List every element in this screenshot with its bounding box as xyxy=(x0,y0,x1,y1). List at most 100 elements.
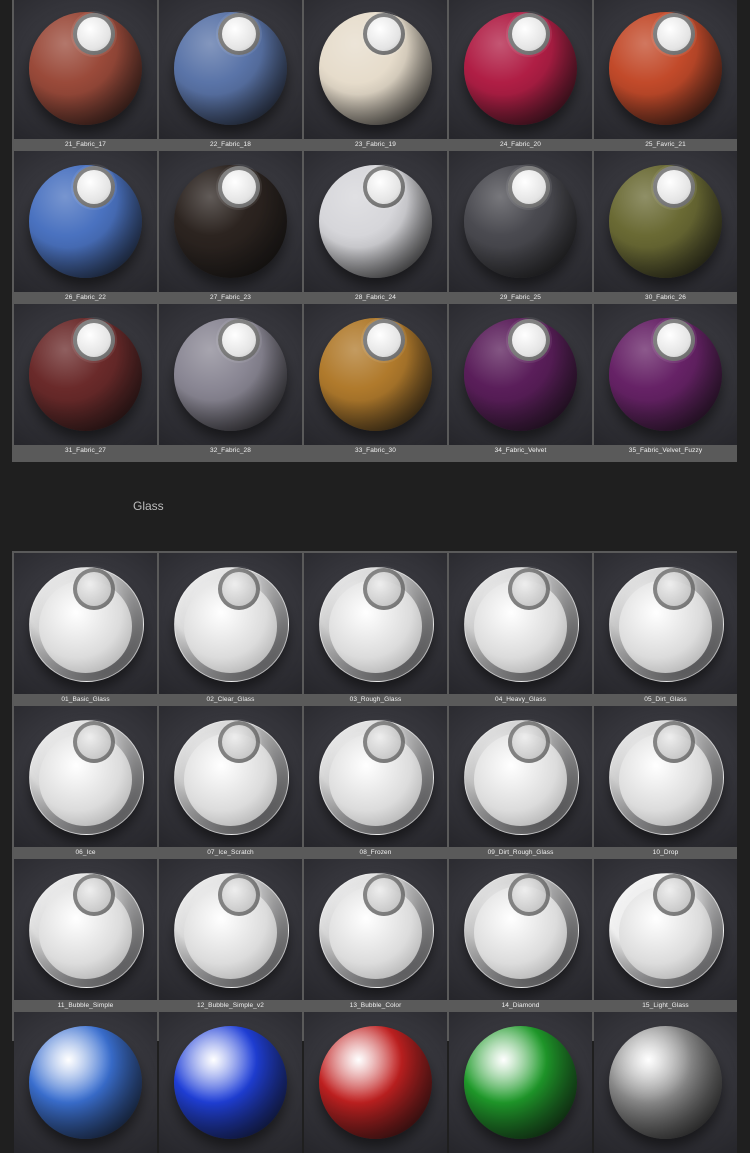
material-name-label: 06_Ice xyxy=(75,849,96,856)
fabric-material-tile[interactable]: 24_Fabric_20 xyxy=(449,0,592,151)
material-preview-thumbnail[interactable] xyxy=(449,859,592,1000)
material-preview-thumbnail[interactable] xyxy=(594,706,737,847)
sphere-inner-core xyxy=(508,13,550,55)
material-preview-thumbnail[interactable] xyxy=(594,304,737,445)
fabric-material-tile[interactable]: 22_Fabric_18 xyxy=(159,0,302,151)
material-preview-thumbnail[interactable] xyxy=(159,706,302,847)
material-preview-thumbnail[interactable] xyxy=(304,553,447,694)
sphere-inner-core xyxy=(653,13,695,55)
material-preview-thumbnail[interactable] xyxy=(159,151,302,292)
material-preview-thumbnail[interactable] xyxy=(449,151,592,292)
material-preview-thumbnail[interactable] xyxy=(14,304,157,445)
glass-material-tile[interactable]: 11_Bubble_Simple xyxy=(14,859,157,1012)
material-name-label: 08_Frozen xyxy=(359,849,392,856)
sphere-inner-core xyxy=(73,721,115,763)
glass-material-tile-partial[interactable] xyxy=(594,1012,737,1153)
fabric-material-tile[interactable]: 26_Fabric_22 xyxy=(14,151,157,304)
fabric-material-tile[interactable]: 32_Fabric_28 xyxy=(159,304,302,457)
material-name-label: 12_Bubble_Simple_v2 xyxy=(197,1002,264,1009)
sphere-inner-core xyxy=(73,319,115,361)
material-preview-thumbnail[interactable] xyxy=(14,151,157,292)
material-preview-thumbnail[interactable] xyxy=(14,1012,157,1153)
glass-material-tile[interactable]: 05_Dirt_Glass xyxy=(594,553,737,706)
material-preview-thumbnail[interactable] xyxy=(594,0,737,139)
material-preview-thumbnail[interactable] xyxy=(594,1012,737,1153)
glass-section-title: Glass xyxy=(133,499,164,513)
material-preview-thumbnail[interactable] xyxy=(449,304,592,445)
glass-material-tile[interactable]: 07_Ice_Scratch xyxy=(159,706,302,859)
material-preview-thumbnail[interactable] xyxy=(304,1012,447,1153)
material-name-label: 10_Drop xyxy=(652,849,679,856)
material-name-label: 09_Dirt_Rough_Glass xyxy=(487,849,554,856)
fabric-material-tile[interactable]: 23_Fabric_19 xyxy=(304,0,447,151)
sphere-inner-core xyxy=(363,721,405,763)
material-preview-thumbnail[interactable] xyxy=(159,553,302,694)
material-preview-thumbnail[interactable] xyxy=(304,304,447,445)
fabric-material-tile[interactable]: 27_Fabric_23 xyxy=(159,151,302,304)
sphere-inner-core xyxy=(653,721,695,763)
fabric-material-tile[interactable]: 28_Fabric_24 xyxy=(304,151,447,304)
material-preview-thumbnail[interactable] xyxy=(449,1012,592,1153)
glass-material-tile[interactable]: 14_Diamond xyxy=(449,859,592,1012)
material-name-label: 23_Fabric_19 xyxy=(355,141,396,148)
material-preview-thumbnail[interactable] xyxy=(304,706,447,847)
fabric-material-tile[interactable]: 31_Fabric_27 xyxy=(14,304,157,457)
sphere-inner-core xyxy=(363,874,405,916)
sphere-inner-core xyxy=(363,166,405,208)
sphere-inner-core xyxy=(218,13,260,55)
material-preview-thumbnail[interactable] xyxy=(449,706,592,847)
fabric-material-tile[interactable]: 34_Fabric_Velvet xyxy=(449,304,592,457)
material-name-label: 28_Fabric_24 xyxy=(355,294,396,301)
glass-material-tile[interactable]: 15_Light_Glass xyxy=(594,859,737,1012)
sphere-inner-core xyxy=(73,166,115,208)
material-preview-thumbnail[interactable] xyxy=(304,0,447,139)
glass-material-tile[interactable]: 12_Bubble_Simple_v2 xyxy=(159,859,302,1012)
material-preview-thumbnail[interactable] xyxy=(14,553,157,694)
material-preview-thumbnail[interactable] xyxy=(14,0,157,139)
sphere-inner-core xyxy=(508,874,550,916)
material-name-label: 05_Dirt_Glass xyxy=(644,696,687,703)
material-preview-thumbnail[interactable] xyxy=(304,151,447,292)
material-preview-thumbnail[interactable] xyxy=(159,304,302,445)
glass-material-tile[interactable]: 09_Dirt_Rough_Glass xyxy=(449,706,592,859)
glass-material-tile-partial[interactable] xyxy=(14,1012,157,1153)
glass-material-tile-partial[interactable] xyxy=(449,1012,592,1153)
glass-material-tile[interactable]: 10_Drop xyxy=(594,706,737,859)
material-preview-thumbnail[interactable] xyxy=(594,553,737,694)
glass-material-tile-partial[interactable] xyxy=(159,1012,302,1153)
material-preview-thumbnail[interactable] xyxy=(449,553,592,694)
material-name-label: 11_Bubble_Simple xyxy=(57,1002,114,1009)
glass-material-tile[interactable]: 04_Heavy_Glass xyxy=(449,553,592,706)
glass-material-tile[interactable]: 06_Ice xyxy=(14,706,157,859)
material-name-label: 34_Fabric_Velvet xyxy=(494,447,547,454)
glass-materials-panel: 01_Basic_Glass 02_Clear_Glass 03_Rough_Gla… xyxy=(12,551,737,1153)
fabric-material-tile[interactable]: 33_Fabric_30 xyxy=(304,304,447,457)
fabric-material-tile[interactable]: 30_Fabric_26 xyxy=(594,151,737,304)
glass-material-tile[interactable]: 02_Clear_Glass xyxy=(159,553,302,706)
material-preview-thumbnail[interactable] xyxy=(159,859,302,1000)
fabric-material-tile[interactable]: 25_Favric_21 xyxy=(594,0,737,151)
glass-material-tile[interactable]: 01_Basic_Glass xyxy=(14,553,157,706)
material-preview-thumbnail[interactable] xyxy=(14,706,157,847)
material-name-label: 24_Fabric_20 xyxy=(500,141,541,148)
sphere-inner-core xyxy=(363,13,405,55)
material-sphere xyxy=(609,1026,722,1139)
fabric-material-tile[interactable]: 21_Fabric_17 xyxy=(14,0,157,151)
fabric-material-tile[interactable]: 35_Fabric_Velvet_Fuzzy xyxy=(594,304,737,457)
glass-material-tile[interactable]: 08_Frozen xyxy=(304,706,447,859)
material-preview-thumbnail[interactable] xyxy=(159,1012,302,1153)
glass-grid: 01_Basic_Glass 02_Clear_Glass 03_Rough_Gla… xyxy=(14,553,737,1153)
material-preview-thumbnail[interactable] xyxy=(449,0,592,139)
sphere-inner-core xyxy=(363,319,405,361)
material-preview-thumbnail[interactable] xyxy=(14,859,157,1000)
sphere-inner-core xyxy=(218,166,260,208)
material-preview-thumbnail[interactable] xyxy=(594,859,737,1000)
material-preview-thumbnail[interactable] xyxy=(159,0,302,139)
fabric-material-tile[interactable]: 29_Fabric_25 xyxy=(449,151,592,304)
glass-material-tile-partial[interactable] xyxy=(304,1012,447,1153)
glass-material-tile[interactable]: 03_Rough_Glass xyxy=(304,553,447,706)
material-preview-thumbnail[interactable] xyxy=(594,151,737,292)
material-preview-thumbnail[interactable] xyxy=(304,859,447,1000)
sphere-inner-core xyxy=(653,166,695,208)
glass-material-tile[interactable]: 13_Bubble_Color xyxy=(304,859,447,1012)
